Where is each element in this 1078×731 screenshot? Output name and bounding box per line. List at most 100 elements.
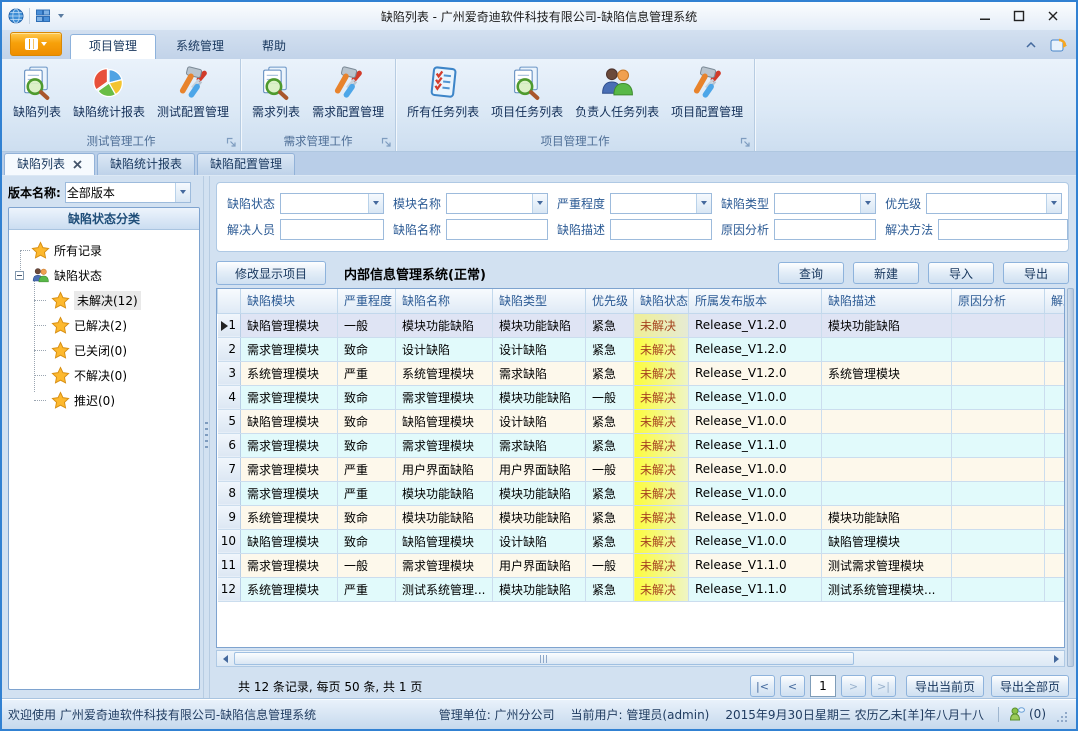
cell-module[interactable]: 需求管理模块 [241,457,338,481]
dialog-launcher-icon[interactable] [381,137,392,148]
filter-severity-input[interactable] [612,195,695,212]
cell-priority[interactable]: 紧急 [586,529,634,553]
ribbon-button-project-tasks[interactable]: 项目任务列表 [485,62,569,120]
col-header-cause[interactable]: 原因分析 [952,289,1045,313]
doc-tab-defect-report[interactable]: 缺陷统计报表 [97,153,195,175]
col-header-description[interactable]: 缺陷描述 [822,289,952,313]
ribbon-tab-project[interactable]: 项目管理 [70,34,156,59]
resize-grip-icon[interactable] [1056,711,1068,723]
tree-item-unresolved[interactable]: 未解决(12) [9,288,199,313]
cell-solution[interactable] [1045,505,1066,529]
cell-status[interactable]: 未解决 [634,313,689,337]
version-combo[interactable] [65,182,191,203]
cell-severity[interactable]: 一般 [338,553,396,577]
cell-priority[interactable]: 一般 [586,457,634,481]
maximize-button[interactable] [1002,5,1036,27]
cell-solution[interactable] [1045,577,1066,601]
export-all-pages-button[interactable]: 导出全部页 [991,675,1069,697]
filter-defect-desc-input[interactable] [610,219,712,240]
minimize-button[interactable] [968,5,1002,27]
new-button[interactable]: 新建 [853,262,919,284]
cell-version[interactable]: Release_V1.0.0 [689,529,822,553]
cell-name[interactable]: 需求管理模块 [396,553,493,577]
cell-severity[interactable]: 致命 [338,385,396,409]
table-row[interactable]: 10缺陷管理模块致命缺陷管理模块设计缺陷紧急未解决Release_V1.0.0缺… [218,529,1066,553]
cell-severity[interactable]: 严重 [338,577,396,601]
quick-access-layout-icon[interactable] [35,8,51,24]
cell-priority[interactable]: 紧急 [586,313,634,337]
cell-module[interactable]: 需求管理模块 [241,433,338,457]
cell-version[interactable]: Release_V1.0.0 [689,481,822,505]
row-selector[interactable]: 1 [218,313,241,337]
cell-version[interactable]: Release_V1.0.0 [689,409,822,433]
table-row[interactable]: 12系统管理模块严重测试系统管理...模块功能缺陷紧急未解决Release_V1… [218,577,1066,601]
table-row[interactable]: 5缺陷管理模块致命缺陷管理模块设计缺陷紧急未解决Release_V1.0.0 [218,409,1066,433]
import-button[interactable]: 导入 [928,262,994,284]
cell-description[interactable]: 测试系统管理模块... [822,577,952,601]
ribbon-button-requirement-list[interactable]: 需求列表 [246,62,306,120]
cell-description[interactable]: 缺陷管理模块 [822,529,952,553]
ribbon-button-owner-tasks[interactable]: 负责人任务列表 [569,62,665,120]
online-users-icon[interactable] [1009,706,1025,722]
export-current-page-button[interactable]: 导出当前页 [906,675,984,697]
row-selector[interactable]: 7 [218,457,241,481]
cell-version[interactable]: Release_V1.2.0 [689,361,822,385]
version-combo-input[interactable] [67,184,174,201]
doc-tab-defect-list[interactable]: 缺陷列表 [4,153,95,175]
cell-solution[interactable] [1045,313,1066,337]
row-selector[interactable]: 11 [218,553,241,577]
cell-name[interactable]: 需求管理模块 [396,385,493,409]
cell-type[interactable]: 模块功能缺陷 [493,481,586,505]
cell-severity[interactable]: 致命 [338,337,396,361]
cell-name[interactable]: 测试系统管理... [396,577,493,601]
cell-priority[interactable]: 紧急 [586,433,634,457]
cell-name[interactable]: 需求管理模块 [396,433,493,457]
cell-cause[interactable] [952,433,1045,457]
cell-version[interactable]: Release_V1.1.0 [689,433,822,457]
filter-solution-input[interactable] [938,219,1068,240]
col-header-status[interactable]: 缺陷状态 [634,289,689,313]
ribbon-button-defect-report[interactable]: 缺陷统计报表 [67,62,151,120]
first-page-button[interactable]: |< [750,675,775,697]
last-page-button[interactable]: >| [871,675,896,697]
ribbon-button-all-tasks[interactable]: 所有任务列表 [401,62,485,120]
cell-status[interactable]: 未解决 [634,577,689,601]
cell-priority[interactable]: 一般 [586,553,634,577]
collapse-expander-icon[interactable] [15,271,24,280]
filter-defect-status-input[interactable] [282,195,367,212]
cell-module[interactable]: 缺陷管理模块 [241,529,338,553]
scroll-right-button[interactable] [1048,651,1064,666]
cell-name[interactable]: 系统管理模块 [396,361,493,385]
cell-module[interactable]: 系统管理模块 [241,505,338,529]
horizontal-scrollbar[interactable] [216,650,1065,667]
table-row[interactable]: 8需求管理模块严重模块功能缺陷模块功能缺陷紧急未解决Release_V1.0.0 [218,481,1066,505]
application-menu-button[interactable] [10,32,62,56]
cell-type[interactable]: 设计缺陷 [493,337,586,361]
cell-type[interactable]: 用户界面缺陷 [493,553,586,577]
cell-cause[interactable] [952,385,1045,409]
cell-name[interactable]: 缺陷管理模块 [396,409,493,433]
cell-version[interactable]: Release_V1.1.0 [689,577,822,601]
cell-status[interactable]: 未解决 [634,433,689,457]
filter-module-name-combo[interactable] [446,193,548,214]
cell-severity[interactable]: 严重 [338,481,396,505]
col-header-module[interactable]: 缺陷模块 [241,289,338,313]
cell-solution[interactable] [1045,409,1066,433]
filter-defect-name-input[interactable] [446,219,548,240]
dropdown-button[interactable] [532,194,547,213]
table-row[interactable]: 4需求管理模块致命需求管理模块模块功能缺陷一般未解决Release_V1.0.0 [218,385,1066,409]
tree-item-postponed[interactable]: 推迟(0) [9,388,199,413]
cell-name[interactable]: 缺陷管理模块 [396,529,493,553]
cell-name[interactable]: 模块功能缺陷 [396,481,493,505]
cell-status[interactable]: 未解决 [634,505,689,529]
cell-solution[interactable] [1045,457,1066,481]
dropdown-button[interactable] [1046,194,1061,213]
row-selector[interactable]: 9 [218,505,241,529]
cell-type[interactable]: 用户界面缺陷 [493,457,586,481]
cell-status[interactable]: 未解决 [634,529,689,553]
cell-description[interactable] [822,433,952,457]
cell-severity[interactable]: 严重 [338,361,396,385]
col-header-name[interactable]: 缺陷名称 [396,289,493,313]
cell-cause[interactable] [952,457,1045,481]
cell-cause[interactable] [952,505,1045,529]
